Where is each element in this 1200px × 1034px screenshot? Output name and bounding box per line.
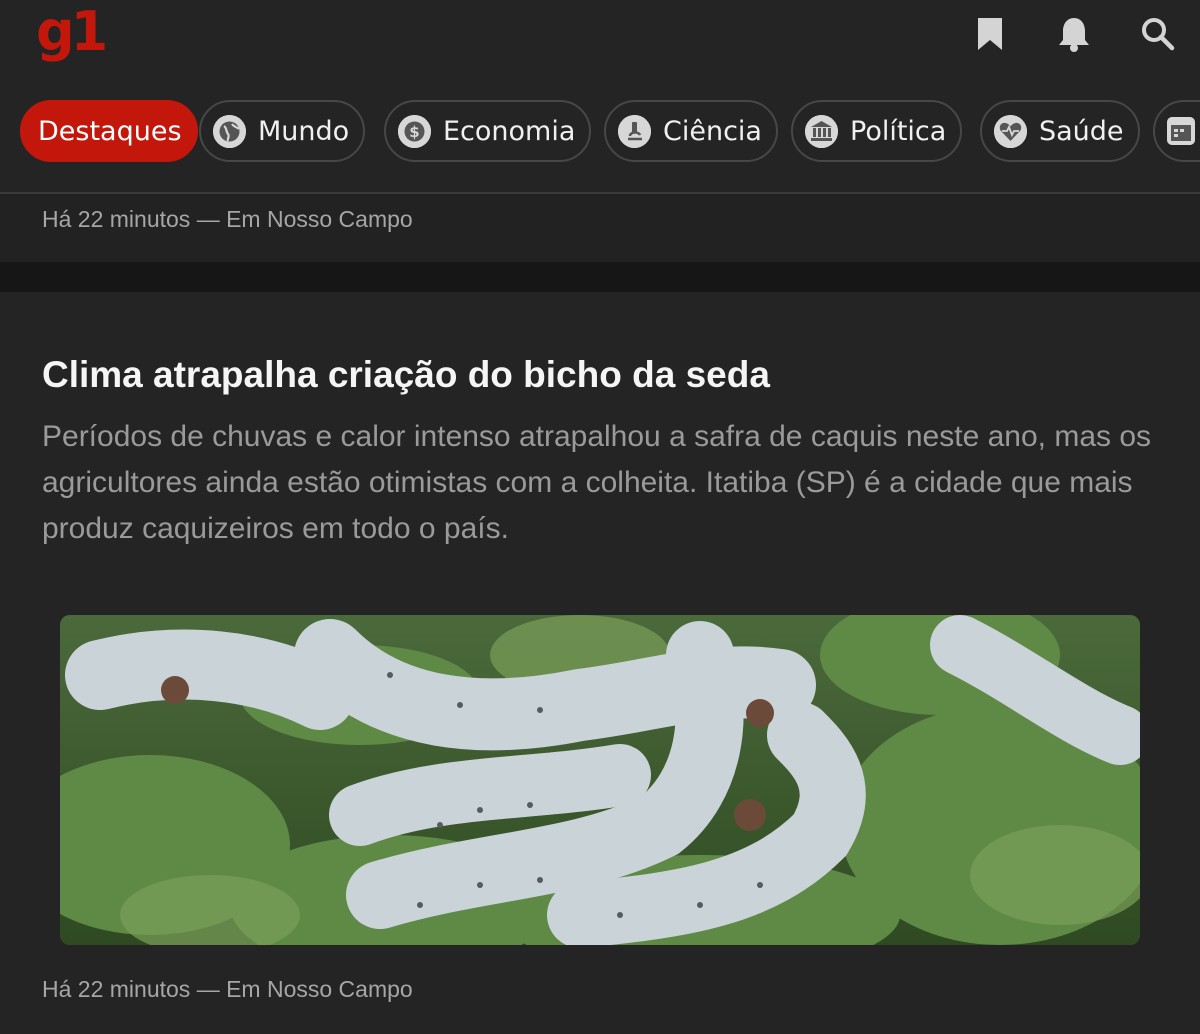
tab-label: Saúde [1039,115,1124,147]
tab-ciencia[interactable]: Ciência [604,100,778,162]
feed-separator [0,262,1200,292]
microscope-icon [618,114,651,148]
heart-pulse-icon [994,114,1027,148]
search-icon[interactable] [1138,14,1178,54]
tab-label: Destaques [38,115,182,147]
bell-icon[interactable] [1054,14,1094,54]
article-title[interactable]: Clima atrapalha criação do bicho da seda [42,352,1162,398]
article-meta: Há 22 minutos — Em Nosso Campo [42,976,413,1002]
tab-label: Economia [443,115,576,147]
category-tabs: Destaques Mundo $ Economia Ciência Polít… [0,100,1200,166]
previous-item-meta: Há 22 minutos — Em Nosso Campo [42,206,413,232]
tab-politica[interactable]: Política [791,100,963,162]
bookmark-icon[interactable] [970,14,1010,54]
government-building-icon [805,114,838,148]
tab-mundo[interactable]: Mundo [199,100,366,162]
tab-economia[interactable]: $ Economia [384,100,592,162]
tab-saude[interactable]: Saúde [980,100,1140,162]
tab-label: Ciência [663,115,762,147]
svg-text:$: $ [409,123,419,141]
tab-label: Política [850,115,947,147]
top-bar: g1 Destaques Mundo $ Economia Ciência Po… [0,0,1200,194]
tab-destaques[interactable]: Destaques [20,100,198,162]
dollar-icon: $ [398,114,431,148]
g1-logo[interactable]: g1 [36,2,108,62]
article-image[interactable] [60,615,1140,945]
globe-icon [213,114,246,148]
header-divider [0,192,1200,194]
calendar-icon [1167,117,1195,145]
article-summary: Períodos de chuvas e calor intenso atrap… [42,420,1152,545]
tab-label: Mundo [258,115,350,147]
tab-more[interactable] [1153,100,1200,162]
